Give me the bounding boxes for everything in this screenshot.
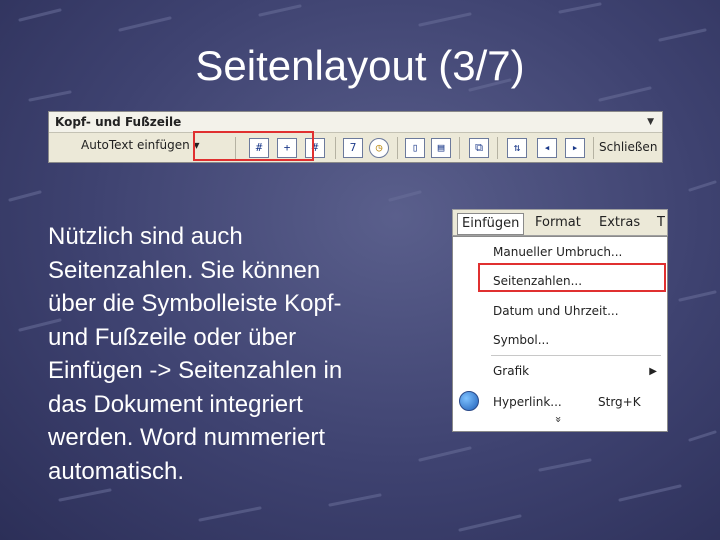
hyperlink-shortcut: Strg+K (598, 395, 641, 409)
expand-menu-icon[interactable]: » (552, 416, 565, 423)
menu-einfuegen[interactable]: Einfügen (457, 213, 525, 235)
toolbar-separator (335, 137, 336, 159)
close-button[interactable]: Schließen (599, 140, 657, 154)
page-count-icon[interactable]: + (277, 138, 297, 158)
hyperlink-globe-icon (459, 391, 479, 411)
page-setup-icon[interactable]: ▯ (405, 138, 425, 158)
menu-item-symbol[interactable]: Symbol... (493, 333, 549, 347)
toolbar-separator (593, 137, 594, 159)
menu-item-graphic[interactable]: Grafik (493, 364, 529, 378)
toolbar-title-bar: Kopf- und Fußzeile ▼ (49, 112, 662, 133)
toolbar-separator (235, 137, 236, 159)
menu-table[interactable]: T (657, 215, 665, 230)
show-next-icon[interactable]: ▸ (565, 138, 585, 158)
menu-separator (491, 355, 661, 356)
page-number-icon[interactable]: # (249, 138, 269, 158)
date-icon[interactable]: 7 (343, 138, 363, 158)
format-page-number-icon[interactable]: # (305, 138, 325, 158)
menu-item-page-numbers[interactable]: Seitenzahlen... (493, 274, 582, 288)
submenu-arrow-icon: ▶ (649, 366, 657, 377)
toolbar-options-icon[interactable]: ▼ (647, 112, 654, 132)
toolbar-separator (459, 137, 460, 159)
show-hide-text-icon[interactable]: ▤ (431, 138, 451, 158)
menu-bar: Einfügen Format Extras T (452, 209, 668, 236)
toolbar-separator (497, 137, 498, 159)
slide-title: Seitenlayout (3/7) (195, 42, 525, 89)
toolbar-title: Kopf- und Fußzeile (55, 115, 182, 129)
show-previous-icon[interactable]: ◂ (537, 138, 557, 158)
autotext-insert-button[interactable]: AutoText einfügen ▾ (81, 138, 200, 152)
menu-item-date-time[interactable]: Datum und Uhrzeit... (493, 304, 619, 318)
header-footer-toolbar: Kopf- und Fußzeile ▼ AutoText einfügen ▾… (48, 111, 663, 163)
slide-body-text: Nützlich sind auch Seitenzahlen. Sie kön… (48, 223, 343, 485)
menu-item-manual-break[interactable]: Manueller Umbruch... (493, 245, 622, 259)
menu-item-hyperlink[interactable]: Hyperlink... (493, 395, 562, 409)
switch-header-footer-icon[interactable]: ⇅ (507, 138, 527, 158)
menu-format[interactable]: Format (535, 215, 581, 230)
insert-dropdown-menu: Manueller Umbruch... Seitenzahlen... Dat… (452, 236, 668, 432)
time-icon[interactable]: ◷ (369, 138, 389, 158)
toolbar-separator (397, 137, 398, 159)
same-as-previous-icon[interactable]: ⧉ (469, 138, 489, 158)
toolbar-row: AutoText einfügen ▾ # + # 7 ◷ ▯ ▤ ⧉ ⇅ ◂ … (49, 133, 662, 163)
menu-extras[interactable]: Extras (599, 215, 640, 230)
